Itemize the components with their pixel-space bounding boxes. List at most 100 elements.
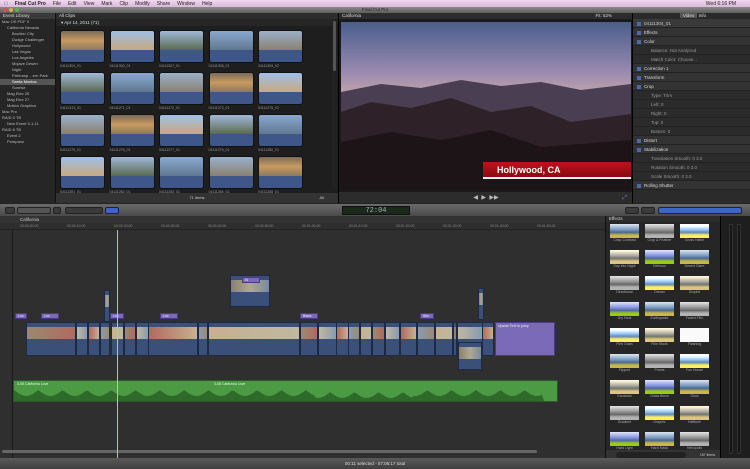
playhead[interactable]	[117, 230, 118, 458]
clip-thumbnail[interactable]	[110, 114, 155, 147]
title-marker[interactable]: Loc	[41, 313, 59, 319]
clip-thumbnail[interactable]	[110, 30, 155, 63]
next-edit-button[interactable]: ▶▶	[489, 195, 498, 201]
checkbox[interactable]	[637, 184, 641, 188]
timeline-clip[interactable]	[198, 322, 208, 356]
menu-file[interactable]: File	[53, 1, 61, 7]
zoom-button[interactable]	[15, 8, 19, 12]
play-button[interactable]: ▶	[481, 195, 486, 201]
timeline-clip[interactable]	[348, 322, 360, 356]
effect-item[interactable]: Hard Mask	[645, 432, 674, 450]
inspector-row[interactable]: Left: 0	[633, 100, 750, 109]
title-marker[interactable]: Basic	[300, 313, 318, 319]
close-button[interactable]	[3, 8, 7, 12]
inspector-row[interactable]: Stabilization	[633, 145, 750, 154]
timeline-clip[interactable]	[482, 322, 494, 356]
checkbox[interactable]	[637, 67, 641, 71]
checkbox[interactable]	[637, 85, 641, 89]
import-button[interactable]	[5, 207, 15, 214]
effect-item[interactable]: Day into Night	[610, 250, 639, 270]
connected-clip[interactable]	[478, 288, 484, 320]
clip-filter-dropdown[interactable]: All Clips	[59, 13, 75, 18]
audio-track[interactable]: 3-08 California Love 3-08 California Lov…	[13, 380, 558, 402]
effect-item[interactable]: Film Grain	[610, 328, 639, 348]
clip-thumbnail[interactable]	[258, 30, 303, 63]
timecode-display[interactable]: 72:04	[342, 206, 410, 215]
timeline-clip[interactable]	[435, 322, 453, 356]
inspector-row[interactable]: Translation Smooth: 0 3.0	[633, 154, 750, 163]
clip-thumbnail[interactable]	[209, 72, 254, 105]
timeline-clip[interactable]	[372, 322, 385, 356]
timeline-clip[interactable]	[76, 322, 88, 356]
timeline-clip[interactable]	[385, 322, 400, 356]
title-marker[interactable]: Loc	[160, 313, 178, 319]
effect-item[interactable]: Desert Glare	[680, 250, 709, 270]
effect-item[interactable]: Flipped	[610, 354, 639, 374]
inspector-row[interactable]: Type: Trim	[633, 91, 750, 100]
timeline-clip[interactable]	[360, 322, 372, 356]
menu-view[interactable]: View	[84, 1, 95, 7]
menu-window[interactable]: Window	[177, 1, 195, 7]
inspector-row[interactable]: Transform	[633, 73, 750, 82]
timeline-clip[interactable]	[417, 322, 435, 356]
effect-item[interactable]: Heliopolis	[680, 432, 709, 450]
effect-item[interactable]: Droplet	[680, 276, 709, 296]
timeline-clip[interactable]	[318, 322, 337, 356]
timeline-clip[interactable]	[88, 322, 100, 356]
menu-help[interactable]: Help	[202, 1, 212, 7]
browser-zoom[interactable]: All	[320, 193, 324, 203]
retime-button[interactable]	[641, 207, 655, 214]
inspector-row[interactable]: Match Color: Choose...	[633, 55, 750, 64]
timeline-clip[interactable]	[148, 322, 198, 356]
tab-info[interactable]: Info	[699, 13, 707, 18]
connected-clip[interactable]	[458, 342, 482, 370]
inspector-row[interactable]: Rotation Smooth: 0 3.0	[633, 163, 750, 172]
inspector-row[interactable]: Crop	[633, 82, 750, 91]
checkbox[interactable]	[637, 139, 641, 143]
clip-thumbnail[interactable]	[110, 72, 155, 105]
inspector-row[interactable]: Balance: Not Analyzed	[633, 46, 750, 55]
effect-item[interactable]: Fun House	[680, 354, 709, 374]
effect-item[interactable]: Crisp Contrast	[610, 224, 639, 244]
menu-edit[interactable]: Edit	[68, 1, 77, 7]
clip-thumbnail[interactable]	[258, 156, 303, 189]
inspector-row[interactable]: Distort	[633, 136, 750, 145]
audio-button[interactable]	[53, 207, 61, 214]
effect-item[interactable]: Glass Block	[645, 380, 674, 400]
effect-item[interactable]: Dry Heat	[610, 302, 639, 322]
title-clip[interactable]: Upside Text to jump	[495, 322, 555, 356]
effect-item[interactable]: Defocus	[645, 250, 674, 270]
checkbox[interactable]	[637, 40, 641, 44]
effect-item[interactable]: Faded Film	[680, 302, 709, 322]
clip-thumbnail[interactable]	[258, 114, 303, 147]
clip-thumbnail[interactable]	[258, 72, 303, 105]
timeline-clip[interactable]	[208, 322, 300, 356]
menu-mark[interactable]: Mark	[101, 1, 112, 7]
timeline[interactable]: LocLocLocLocBasicSimAl Upside Text to ju…	[0, 230, 605, 458]
inspector-row[interactable]: Scale Smooth: 0 3.0	[633, 172, 750, 181]
media-browser-buttons[interactable]	[658, 207, 742, 214]
apple-menu[interactable]: 	[4, 1, 8, 7]
effect-item[interactable]: Film Stock	[645, 328, 674, 348]
effect-item[interactable]: Hard Light	[610, 432, 639, 450]
timeline-clip[interactable]	[300, 322, 318, 356]
effect-item[interactable]: Crop & Feather	[645, 224, 674, 244]
timeline-clip[interactable]	[400, 322, 417, 356]
timeline-clip[interactable]	[26, 322, 76, 356]
date-group-header[interactable]: ▾ Apr 14, 2011 (71)	[56, 19, 338, 26]
clip-thumbnail[interactable]	[159, 156, 204, 189]
clip-thumbnail[interactable]	[60, 30, 105, 63]
clip-thumbnail[interactable]	[209, 30, 254, 63]
tool-select-button[interactable]	[105, 207, 119, 214]
effect-item[interactable]: Directional	[610, 276, 639, 296]
inspector-row[interactable]: Bottom: 0	[633, 127, 750, 136]
menu-app[interactable]: Final Cut Pro	[15, 1, 46, 7]
title-marker[interactable]: Sim	[420, 313, 434, 319]
clip-thumbnail[interactable]	[159, 114, 204, 147]
effect-item[interactable]: Glow	[680, 380, 709, 400]
effect-item[interactable]: Earthquake	[645, 302, 674, 322]
clip-thumbnail[interactable]	[159, 30, 204, 63]
menu-clip[interactable]: Clip	[119, 1, 128, 7]
menu-share[interactable]: Share	[157, 1, 170, 7]
clip-thumbnail[interactable]	[60, 156, 105, 189]
